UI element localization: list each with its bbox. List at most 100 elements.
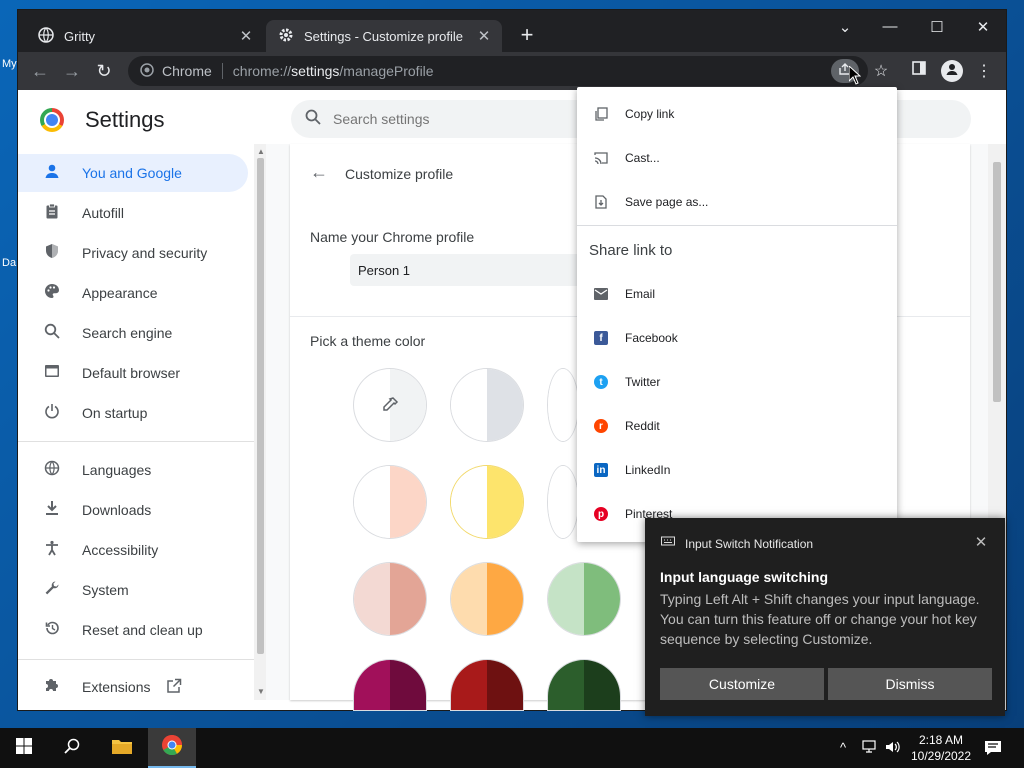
sidebar-item-default-browser[interactable]: Default browser (18, 354, 248, 392)
theme-swatch-magenta[interactable] (354, 660, 426, 710)
maximize-button[interactable]: ☐ (927, 18, 947, 36)
scroll-up-arrow[interactable]: ▲ (256, 147, 266, 156)
theme-swatch-green[interactable] (548, 563, 620, 635)
close-icon[interactable]: ✕ (971, 533, 991, 551)
theme-swatch-default[interactable] (451, 369, 523, 441)
tab-strip: Gritty ✕ Settings - Customize profile ✕ … (18, 10, 1006, 52)
url-path: /manageProfile (339, 63, 434, 79)
swatch-half (451, 369, 487, 441)
share-target-linkedin[interactable]: in LinkedIn (577, 448, 897, 492)
origin-label: Chrome (162, 63, 212, 79)
url-host: settings (291, 63, 340, 79)
minimize-button[interactable]: — (880, 18, 900, 35)
save-icon (593, 194, 609, 210)
copy-icon (593, 106, 609, 122)
dismiss-button[interactable]: Dismiss (828, 668, 992, 700)
tab-settings[interactable]: Settings - Customize profile ✕ (266, 20, 502, 52)
theme-swatch-orange[interactable] (451, 563, 523, 635)
custom-color-swatch[interactable] (354, 369, 426, 441)
swatch-half (548, 660, 584, 710)
address-bar[interactable]: Chrome chrome://settings/manageProfile (128, 56, 868, 86)
sidebar-item-downloads[interactable]: Downloads (18, 491, 248, 529)
sidebar-item-label: On startup (82, 405, 148, 421)
person-icon (945, 62, 959, 81)
main-scroll-thumb[interactable] (993, 162, 1001, 402)
back-button[interactable]: ← (29, 61, 51, 81)
file-explorer-button[interactable] (98, 728, 146, 768)
cast-icon (593, 150, 609, 166)
sidebar-divider (18, 441, 254, 442)
theme-swatch-partial[interactable] (548, 369, 578, 441)
desktop-icon-label[interactable]: My (2, 58, 17, 70)
network-icon[interactable] (862, 740, 878, 757)
keyboard-icon (661, 536, 675, 551)
share-target-reddit[interactable]: r Reddit (577, 404, 897, 448)
swatch-half (584, 660, 620, 710)
history-icon (42, 620, 62, 640)
new-tab-button[interactable]: + (515, 22, 539, 48)
sidebar-item-reset[interactable]: Reset and clean up (18, 611, 248, 649)
sidebar-item-autofill[interactable]: Autofill (18, 194, 248, 232)
theme-swatch-yellow[interactable] (451, 466, 523, 538)
sidebar-item-you-and-google[interactable]: You and Google (18, 154, 248, 192)
close-tab-icon[interactable]: ✕ (476, 27, 492, 45)
desktop-icon-label[interactable]: Da (2, 257, 16, 269)
search-icon (42, 323, 62, 343)
start-button[interactable] (0, 728, 48, 768)
theme-swatch-partial[interactable] (548, 466, 578, 538)
mouse-cursor-icon (848, 64, 862, 90)
theme-swatch-crimson[interactable] (451, 660, 523, 710)
share-target-twitter[interactable]: t Twitter (577, 360, 897, 404)
menu-item-copy-link[interactable]: Copy link (577, 92, 897, 136)
forward-button[interactable]: → (61, 61, 83, 81)
side-panel-icon[interactable] (908, 61, 930, 80)
swatch-half (487, 369, 523, 441)
sidebar-item-on-startup[interactable]: On startup (18, 394, 248, 432)
sidebar-item-search-engine[interactable]: Search engine (18, 314, 248, 352)
sidebar-item-privacy[interactable]: Privacy and security (18, 234, 248, 272)
tray-overflow-icon[interactable]: ^ (840, 740, 846, 755)
tab-search-button[interactable]: ⌄ (835, 18, 855, 36)
sidebar-item-system[interactable]: System (18, 571, 248, 609)
swatch-half (548, 563, 584, 635)
system-clock[interactable]: 2:18 AM 10/29/2022 (906, 732, 976, 764)
scroll-down-arrow[interactable]: ▼ (256, 687, 266, 696)
sidebar-scroll-thumb[interactable] (257, 158, 264, 654)
swatch-half (354, 660, 390, 710)
back-arrow-icon[interactable]: ← (310, 162, 328, 183)
sidebar-item-languages[interactable]: Languages (18, 451, 248, 489)
share-heading: Share link to (589, 242, 673, 259)
sidebar-item-label: Downloads (82, 502, 152, 518)
input-switch-notification: Input Switch Notification ✕ Input langua… (645, 518, 1005, 716)
volume-icon[interactable] (885, 740, 901, 757)
profile-avatar-button[interactable] (941, 60, 963, 82)
theme-swatch-rose[interactable] (354, 563, 426, 635)
theme-swatch-peach[interactable] (354, 466, 426, 538)
reload-button[interactable]: ↻ (93, 61, 115, 81)
notification-body: Typing Left Alt + Shift changes your inp… (660, 591, 980, 647)
sidebar-item-accessibility[interactable]: Accessibility (18, 531, 248, 569)
menu-item-save-page[interactable]: Save page as... (577, 180, 897, 224)
taskbar-search-button[interactable] (48, 728, 96, 768)
close-window-button[interactable]: ✕ (973, 18, 993, 36)
sidebar-divider (18, 659, 254, 660)
share-target-facebook[interactable]: f Facebook (577, 316, 897, 360)
tab-gritty[interactable]: Gritty ✕ (26, 20, 264, 52)
page-title: Settings (85, 107, 165, 132)
customize-button[interactable]: Customize (660, 668, 824, 700)
swatch-half (548, 369, 578, 441)
share-target-email[interactable]: Email (577, 272, 897, 316)
bookmark-star-icon[interactable]: ☆ (870, 61, 892, 81)
share-target-label: Reddit (625, 419, 660, 433)
more-menu-icon[interactable]: ⋮ (973, 61, 995, 81)
sidebar-item-appearance[interactable]: Appearance (18, 274, 248, 312)
search-input[interactable] (333, 111, 573, 127)
sidebar-item-extensions[interactable]: Extensions (18, 668, 248, 706)
close-tab-icon[interactable]: ✕ (238, 27, 254, 45)
swatch-half (584, 563, 620, 635)
notification-center-icon[interactable] (984, 740, 1002, 759)
chrome-taskbar-button[interactable] (148, 728, 196, 768)
theme-swatch-forest[interactable] (548, 660, 620, 710)
shield-icon (42, 243, 62, 263)
menu-item-cast[interactable]: Cast... (577, 136, 897, 180)
